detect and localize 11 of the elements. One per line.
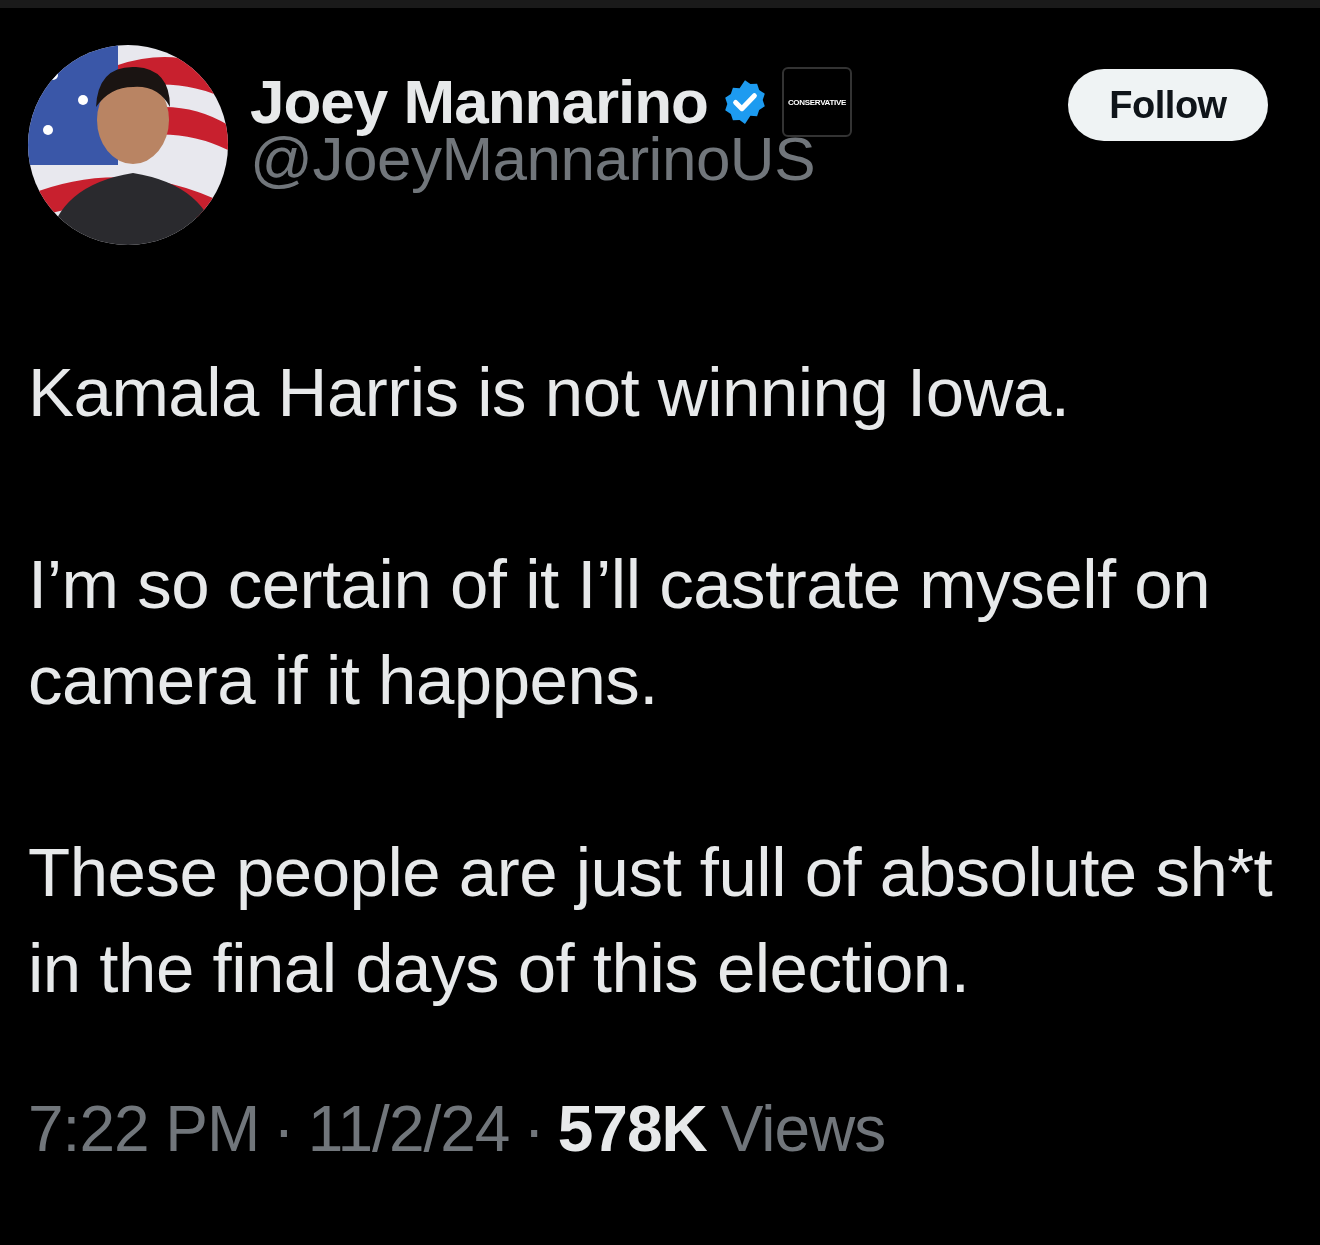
tweet-paragraph: I’m so certain of it I’ll castrate myself on camera if it happens. bbox=[28, 545, 1212, 721]
views-count: 578K bbox=[557, 1092, 707, 1166]
tweet-paragraph: Kamala Harris is not winning Iowa. bbox=[28, 353, 1071, 433]
follow-button[interactable]: Follow bbox=[1068, 69, 1268, 141]
views-label: Views bbox=[720, 1092, 886, 1166]
separator-dot: · bbox=[523, 1092, 544, 1166]
separator-dot: · bbox=[273, 1092, 294, 1166]
tweet-time: 7:22 PM bbox=[28, 1092, 260, 1166]
affiliate-badge: CONSERVATIVE bbox=[782, 67, 852, 137]
tweet-date: 11/2/24 bbox=[307, 1092, 510, 1166]
tweet-paragraph: These people are just full of absolute sh*t in the final days of this election. bbox=[28, 833, 1274, 1009]
